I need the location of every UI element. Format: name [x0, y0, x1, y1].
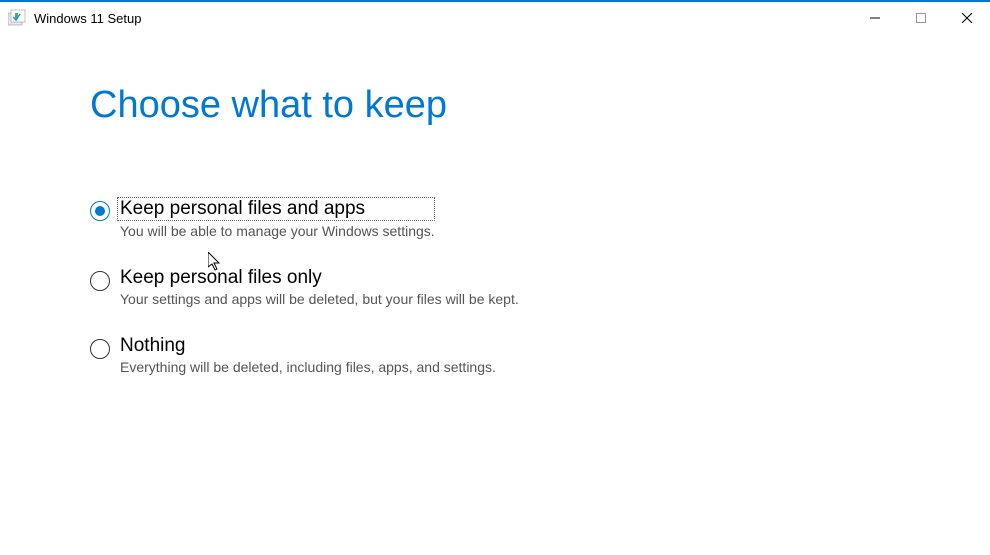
- radio-icon: [90, 201, 110, 221]
- option-keep-files-and-apps[interactable]: Keep personal files and apps You will be…: [90, 197, 900, 239]
- window-controls: [852, 2, 990, 34]
- option-label: Keep personal files only: [120, 267, 519, 289]
- option-description: Your settings and apps will be deleted, …: [120, 291, 519, 307]
- option-description: Everything will be deleted, including fi…: [120, 359, 496, 375]
- options-group: Keep personal files and apps You will be…: [90, 197, 900, 375]
- radio-icon: [90, 339, 110, 359]
- option-text: Keep personal files and apps You will be…: [120, 197, 435, 239]
- titlebar: Windows 11 Setup: [0, 2, 990, 34]
- page-title: Choose what to keep: [90, 84, 900, 127]
- option-description: You will be able to manage your Windows …: [120, 223, 435, 239]
- setup-window: Windows 11 Setup Choose what to keep Kee…: [0, 0, 990, 555]
- option-text: Keep personal files only Your settings a…: [120, 267, 519, 307]
- option-label: Nothing: [120, 335, 496, 357]
- minimize-button[interactable]: [852, 2, 898, 34]
- option-nothing[interactable]: Nothing Everything will be deleted, incl…: [90, 335, 900, 375]
- option-label: Keep personal files and apps: [117, 197, 435, 221]
- content-area: Choose what to keep Keep personal files …: [0, 34, 990, 375]
- maximize-button[interactable]: [898, 2, 944, 34]
- option-text: Nothing Everything will be deleted, incl…: [120, 335, 496, 375]
- radio-icon: [90, 271, 110, 291]
- close-button[interactable]: [944, 2, 990, 34]
- option-keep-files-only[interactable]: Keep personal files only Your settings a…: [90, 267, 900, 307]
- app-icon: [8, 9, 26, 27]
- window-title: Windows 11 Setup: [34, 11, 852, 26]
